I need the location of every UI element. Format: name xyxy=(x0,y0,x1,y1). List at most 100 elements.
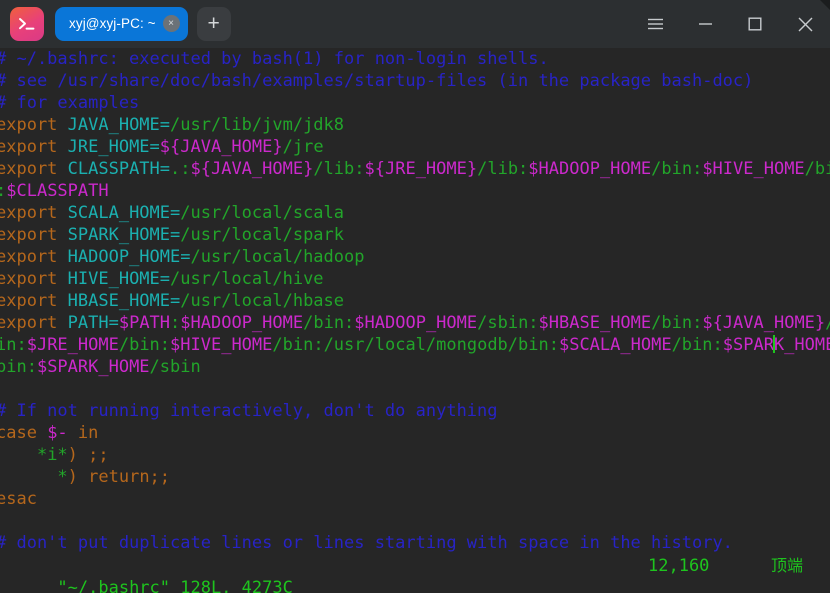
code-token: in: xyxy=(0,335,27,355)
code-token: JAVA_HOME= xyxy=(67,115,171,135)
code-token: /usr/local/hive xyxy=(170,269,324,289)
code-token: bin: xyxy=(0,357,37,377)
editor-line: *) return;; xyxy=(0,466,830,488)
editor-line: export HBASE_HOME=/usr/local/hbase xyxy=(0,290,830,312)
code-token: SPARK_HOME= xyxy=(67,225,181,245)
code-token: export xyxy=(0,203,68,223)
title-bar: xyj@xyj-PC: ~ × + xyxy=(0,0,830,48)
code-token: $PATH xyxy=(118,313,171,333)
window-controls xyxy=(630,0,830,48)
maximize-icon[interactable] xyxy=(730,0,780,48)
code-token: export xyxy=(0,115,68,135)
code-token: /usr/local/hadoop xyxy=(190,247,365,267)
code-token: /jre xyxy=(282,137,324,157)
editor-line: export SPARK_HOME=/usr/local/spark xyxy=(0,224,830,246)
editor-line: export CLASSPATH=.:${JAVA_HOME}/lib:${JR… xyxy=(0,158,830,180)
code-token: JRE_HOME= xyxy=(67,137,160,157)
code-token: export xyxy=(0,269,68,289)
code-token: $HADOOP_HOME xyxy=(180,313,304,333)
editor-line: # ~/.bashrc: executed by bash(1) for non… xyxy=(0,48,830,70)
app-icon xyxy=(10,6,44,41)
code-token: ${JAVA_HOME} xyxy=(190,159,314,179)
code-token: export xyxy=(0,291,68,311)
code-token: ${JRE_HOME} xyxy=(364,159,478,179)
code-token: export xyxy=(0,225,68,245)
terminal-window: xyj@xyj-PC: ~ × + # ~/.bashrc: executed … xyxy=(0,0,830,593)
tab-strip: xyj@xyj-PC: ~ × + xyxy=(55,6,231,41)
code-token: HBASE_HOME= xyxy=(67,291,181,311)
editor-line: # for examples xyxy=(0,92,830,114)
vim-scroll-position: 顶端 xyxy=(771,556,804,575)
code-token: /bin: xyxy=(118,335,171,355)
code-token: K_HOME xyxy=(773,335,830,355)
minimize-icon[interactable] xyxy=(680,0,730,48)
editor-line: # see /usr/share/doc/bash/examples/start… xyxy=(0,70,830,92)
code-token: # for examples xyxy=(0,93,140,113)
code-token: $JRE_HOME xyxy=(26,335,119,355)
tab-title: xyj@xyj-PC: ~ xyxy=(69,16,156,31)
code-token: export xyxy=(0,159,68,179)
code-token: ${JAVA_HOME} xyxy=(159,137,283,157)
editor-line: bin:$SPARK_HOME/sbin xyxy=(0,356,830,378)
code-token: /usr/lib/jvm/jdk8 xyxy=(170,115,345,135)
code-token: /usr/local/scala xyxy=(180,203,345,223)
code-token: /bin:/usr/local/mongodb/bin: xyxy=(272,335,559,355)
vim-ruler-position: 12,160 xyxy=(648,556,710,576)
code-token: CLASSPATH= xyxy=(67,159,171,179)
code-token: $HADOOP_HOME xyxy=(354,313,478,333)
hamburger-menu-icon[interactable] xyxy=(630,0,680,48)
code-token: /usr/local/hbase xyxy=(180,291,345,311)
editor-line: # If not running interactively, don't do… xyxy=(0,400,830,422)
code-token: .: xyxy=(170,159,191,179)
code-token: /sbin: xyxy=(477,313,539,333)
code-token: # ~/.bashrc: executed by bash(1) for non… xyxy=(0,49,549,69)
code-token: /bin: xyxy=(671,335,723,355)
code-token: export xyxy=(0,137,68,157)
editor-line: export SCALA_HOME=/usr/local/scala xyxy=(0,202,830,224)
code-token: PATH= xyxy=(67,313,119,333)
code-token: /b xyxy=(825,313,830,333)
editor-line: *i*) ;; xyxy=(0,444,830,466)
code-token: /bin xyxy=(804,159,830,179)
code-token: in xyxy=(67,423,99,443)
code-token: $HBASE_HOME xyxy=(538,313,652,333)
code-token: SCALA_HOME= xyxy=(67,203,181,223)
code-token: ) return;; xyxy=(67,467,171,487)
close-icon[interactable] xyxy=(780,0,830,48)
code-token: /lib: xyxy=(313,159,365,179)
code-token: $SPAR xyxy=(722,335,774,355)
code-token: *i* xyxy=(36,445,68,465)
editor-line: export JRE_HOME=${JAVA_HOME}/jre xyxy=(0,136,830,158)
tab-active[interactable]: xyj@xyj-PC: ~ × xyxy=(55,6,188,41)
tab-close-icon[interactable]: × xyxy=(162,15,180,32)
code-token: export xyxy=(0,313,68,333)
code-token: esac xyxy=(0,489,37,509)
code-token: /sbin xyxy=(149,357,201,377)
code-token: $HIVE_HOME xyxy=(170,335,273,355)
code-token: $CLASSPATH xyxy=(6,181,109,201)
editor-line: :$CLASSPATH xyxy=(0,180,830,202)
code-token: $SPARK_HOME xyxy=(36,357,150,377)
code-token: $SCALA_HOME xyxy=(558,335,672,355)
code-token: # don't put duplicate lines or lines sta… xyxy=(0,533,733,553)
code-token: # If not running interactively, don't do… xyxy=(0,401,498,421)
editor-line: case $- in xyxy=(0,422,830,444)
code-token: /bin: xyxy=(651,159,703,179)
vim-status-file: "~/.bashrc" 128L, 4273C xyxy=(57,578,293,593)
code-token: /bin: xyxy=(303,313,355,333)
code-token: HIVE_HOME= xyxy=(67,269,171,289)
code-token: /bin: xyxy=(651,313,703,333)
editor-line: esac xyxy=(0,488,830,510)
new-tab-button[interactable]: + xyxy=(196,6,231,41)
editor-line: export HIVE_HOME=/usr/local/hive xyxy=(0,268,830,290)
terminal-body[interactable]: # ~/.bashrc: executed by bash(1) for non… xyxy=(0,48,830,593)
code-token: # see /usr/share/doc/bash/examples/start… xyxy=(0,71,754,91)
editor-text-area[interactable]: # ~/.bashrc: executed by bash(1) for non… xyxy=(0,48,830,554)
code-token: export xyxy=(0,247,68,267)
editor-line: in:$JRE_HOME/bin:$HIVE_HOME/bin:/usr/loc… xyxy=(0,334,830,356)
code-token: /lib: xyxy=(477,159,529,179)
code-token: ) ;; xyxy=(67,445,109,465)
